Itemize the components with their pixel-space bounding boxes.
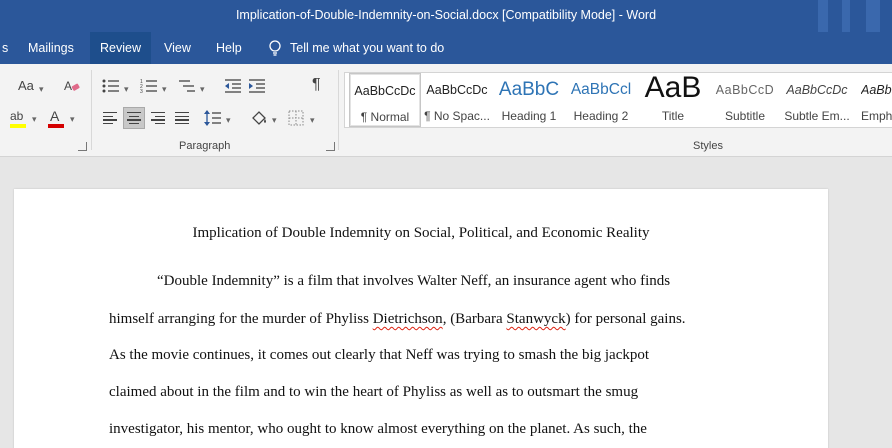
style-subtle-emphasis[interactable]: AaBbCcDc Subtle Em...: [781, 73, 853, 127]
title-bar-decoration: [818, 0, 828, 32]
align-left-icon[interactable]: [103, 112, 117, 125]
line-spacing-icon[interactable]: [204, 109, 222, 127]
document-line[interactable]: investigator, his mentor, who ought to k…: [109, 421, 647, 438]
tab-design[interactable]: s: [0, 32, 18, 64]
clear-formatting-icon[interactable]: A: [64, 78, 80, 94]
tell-me-label: Tell me what you want to do: [290, 41, 445, 55]
tab-mailings[interactable]: Mailings: [18, 32, 84, 64]
chevron-down-icon[interactable]: ▾: [272, 112, 277, 128]
chevron-down-icon[interactable]: ▾: [310, 112, 315, 128]
tab-review[interactable]: Review: [90, 32, 151, 64]
paragraph-dialog-launcher[interactable]: [326, 142, 335, 151]
chevron-down-icon[interactable]: ▾: [32, 111, 37, 127]
style-subtitle[interactable]: AaBbCcD Subtitle: [709, 73, 781, 127]
svg-text:3: 3: [140, 89, 143, 94]
ribbon-tabs: s Mailings Review View Help Tell me what…: [0, 32, 892, 64]
increase-indent-icon[interactable]: [248, 78, 266, 94]
font-color-swatch: [48, 124, 64, 128]
style-title[interactable]: AaB Title: [637, 73, 709, 127]
group-separator: [91, 70, 92, 150]
style-normal[interactable]: AaBbCcDc ¶ Normal: [349, 73, 421, 127]
style-no-spacing[interactable]: AaBbCcDc ¶ No Spac...: [421, 73, 493, 127]
highlight-button[interactable]: ab: [10, 108, 23, 124]
tab-view[interactable]: View: [154, 32, 201, 64]
shading-icon[interactable]: [250, 109, 268, 127]
misspelled-word[interactable]: Stanwyck: [506, 311, 565, 327]
borders-icon[interactable]: [288, 110, 304, 126]
tab-help[interactable]: Help: [206, 32, 252, 64]
font-color-button[interactable]: A: [50, 108, 59, 124]
document-line[interactable]: himself arranging for the murder of Phyl…: [109, 311, 686, 328]
chevron-down-icon[interactable]: ▾: [226, 112, 231, 128]
document-line[interactable]: claimed about in the film and to win the…: [109, 384, 638, 401]
misspelled-word[interactable]: Dietrichson: [373, 311, 443, 327]
show-formatting-marks-button[interactable]: ¶: [312, 77, 321, 93]
multilevel-list-icon[interactable]: [178, 78, 196, 94]
document-page[interactable]: Implication of Double Indemnity on Socia…: [14, 189, 828, 448]
highlight-color-swatch: [10, 124, 26, 128]
text-run: , (Barbara: [442, 311, 507, 327]
font-dialog-launcher[interactable]: [78, 142, 87, 151]
align-center-icon: [127, 112, 141, 125]
document-line[interactable]: As the movie continues, it comes out cle…: [109, 347, 649, 364]
group-separator: [338, 70, 339, 150]
styles-gallery: AaBbCcDc ¶ Normal AaBbCcDc ¶ No Spac... …: [344, 72, 892, 128]
text-run: himself arranging for the murder of Phyl…: [109, 311, 373, 327]
style-emphasis[interactable]: AaBb Emph: [853, 73, 892, 127]
document-title[interactable]: Implication of Double Indemnity on Socia…: [14, 225, 828, 242]
bullets-icon[interactable]: [102, 78, 120, 94]
paragraph-group-label: Paragraph: [179, 140, 231, 152]
ribbon: Aa ▾ A ab ▾ A ▾ ▾ 1 2 3 ▾ ▾ ¶ ▾ ▾ ▾ Para…: [0, 64, 892, 157]
styles-group-label: Styles: [693, 140, 723, 152]
style-heading-2[interactable]: AaBbCcl Heading 2: [565, 73, 637, 127]
chevron-down-icon[interactable]: ▾: [70, 111, 75, 127]
decrease-indent-icon[interactable]: [224, 78, 242, 94]
text-run: ) for personal gains.: [565, 311, 686, 327]
title-bar-decoration: [866, 0, 880, 32]
document-area[interactable]: Implication of Double Indemnity on Socia…: [0, 158, 892, 448]
style-heading-1[interactable]: AaBbC Heading 1: [493, 73, 565, 127]
document-line[interactable]: “Double Indemnity” is a film that involv…: [157, 273, 670, 290]
chevron-down-icon[interactable]: ▾: [124, 81, 129, 97]
title-bar-decoration: [842, 0, 850, 32]
chevron-down-icon[interactable]: ▾: [39, 81, 44, 97]
title-bar: Implication-of-Double-Indemnity-on-Socia…: [0, 0, 892, 32]
align-right-icon[interactable]: [151, 112, 165, 125]
tell-me-box[interactable]: Tell me what you want to do: [268, 32, 444, 64]
svg-text:A: A: [64, 79, 72, 93]
justify-icon[interactable]: [175, 112, 189, 125]
lightbulb-icon: [269, 40, 281, 56]
window-title: Implication-of-Double-Indemnity-on-Socia…: [235, 8, 657, 22]
chevron-down-icon[interactable]: ▾: [200, 81, 205, 97]
numbering-icon[interactable]: 1 2 3: [140, 78, 158, 94]
chevron-down-icon[interactable]: ▾: [162, 81, 167, 97]
change-case-button[interactable]: Aa: [18, 78, 34, 94]
